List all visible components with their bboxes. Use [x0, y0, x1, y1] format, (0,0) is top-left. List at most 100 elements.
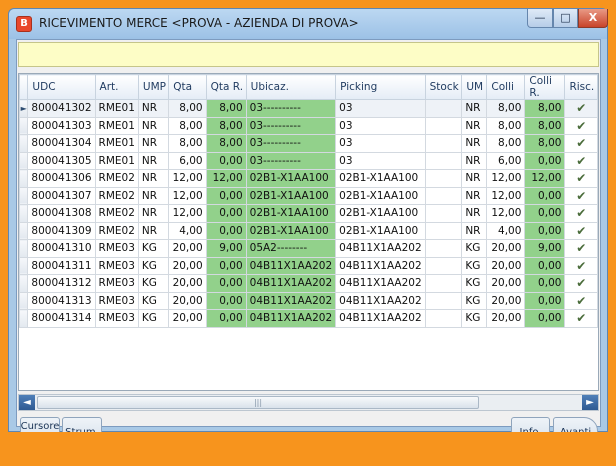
cell-risc[interactable]: ✔ — [564, 221, 598, 240]
cell-qta-r[interactable]: 0,00 — [205, 256, 247, 275]
cell-um[interactable]: KG — [461, 291, 488, 310]
cell-udc[interactable]: 800041302 — [27, 99, 96, 118]
cell-udc[interactable]: 800041310 — [27, 239, 96, 258]
cell-colli[interactable]: 12,00 — [486, 186, 526, 205]
cell-qta[interactable]: 8,00 — [168, 99, 207, 118]
cell-art[interactable]: RME02 — [94, 204, 139, 223]
cell-udc[interactable]: 800041312 — [27, 274, 96, 293]
cell-udc[interactable]: 800041305 — [27, 151, 96, 170]
cell-ump[interactable]: NR — [137, 99, 170, 118]
cell-picking[interactable]: 04B11X1AA202 — [335, 274, 426, 293]
cell-ubicaz[interactable]: 02B1-X1AA100 — [245, 221, 337, 240]
cell-art[interactable]: RME03 — [94, 274, 139, 293]
cell-udc[interactable]: 800041313 — [27, 291, 96, 310]
close-button[interactable]: X — [578, 9, 608, 28]
table-row[interactable]: 800041304 RME01 NR 8,00 8,00 03---------- 03 NR… — [19, 134, 598, 153]
table-row[interactable]: 800041308 RME02 NR 12,00 0,00 02B1-X1AA100 02B… — [19, 204, 598, 223]
cell-picking[interactable]: 03 — [335, 151, 426, 170]
cell-qta-r[interactable]: 0,00 — [205, 291, 247, 310]
cell-stock[interactable] — [424, 186, 463, 205]
cell-colli-r[interactable]: 0,00 — [524, 291, 566, 310]
cell-risc[interactable]: ✔ — [564, 151, 598, 170]
cell-ubicaz[interactable]: 03---------- — [245, 151, 337, 170]
cell-udc[interactable]: 800041306 — [27, 169, 96, 188]
cell-risc[interactable]: ✔ — [564, 169, 598, 188]
cell-qta[interactable]: 8,00 — [168, 116, 207, 135]
cell-qta-r[interactable]: 0,00 — [205, 204, 247, 223]
cell-qta[interactable]: 6,00 — [168, 151, 207, 170]
cell-colli-r[interactable]: 0,00 — [524, 151, 566, 170]
cell-um[interactable]: NR — [461, 99, 488, 118]
cell-risc[interactable]: ✔ — [564, 116, 598, 135]
cell-ump[interactable]: KG — [137, 291, 170, 310]
cell-art[interactable]: RME02 — [94, 221, 139, 240]
cell-um[interactable]: NR — [461, 186, 488, 205]
cell-stock[interactable] — [424, 116, 463, 135]
table-row[interactable]: 800041303 RME01 NR 8,00 8,00 03---------- 03 NR… — [19, 116, 598, 135]
cell-ubicaz[interactable]: 03---------- — [245, 116, 337, 135]
cell-risc[interactable]: ✔ — [564, 99, 598, 118]
cell-picking[interactable]: 04B11X1AA202 — [335, 239, 426, 258]
cell-picking[interactable]: 03 — [335, 99, 426, 118]
cell-art[interactable]: RME03 — [94, 309, 139, 328]
cell-risc[interactable]: ✔ — [564, 274, 598, 293]
row-indicator[interactable] — [19, 309, 29, 328]
column-header-stock[interactable]: Stock — [424, 74, 463, 100]
cell-picking[interactable]: 02B1-X1AA100 — [335, 169, 426, 188]
app-icon[interactable]: B — [16, 16, 32, 32]
cell-picking[interactable]: 04B11X1AA202 — [335, 291, 426, 310]
cell-ump[interactable]: NR — [137, 151, 170, 170]
cell-qta[interactable]: 4,00 — [168, 221, 207, 240]
table-row[interactable]: 800041313 RME03 KG 20,00 0,00 04B11X1AA202 04B… — [19, 291, 598, 310]
cell-udc[interactable]: 800041303 — [27, 116, 96, 135]
cell-colli[interactable]: 8,00 — [486, 134, 526, 153]
maximize-button[interactable]: □ — [553, 9, 578, 28]
cell-um[interactable]: NR — [461, 169, 488, 188]
row-indicator[interactable] — [19, 274, 29, 293]
cell-ubicaz[interactable]: 05A2-------- — [245, 239, 337, 258]
cell-colli-r[interactable]: 8,00 — [524, 99, 566, 118]
cell-colli[interactable]: 12,00 — [486, 204, 526, 223]
cell-qta-r[interactable]: 12,00 — [205, 169, 247, 188]
cell-risc[interactable]: ✔ — [564, 186, 598, 205]
cell-qta[interactable]: 20,00 — [168, 274, 207, 293]
cell-qta[interactable]: 20,00 — [168, 256, 207, 275]
row-indicator[interactable] — [19, 151, 29, 170]
row-indicator[interactable] — [19, 134, 29, 153]
cell-qta-r[interactable]: 9,00 — [205, 239, 247, 258]
cell-stock[interactable] — [424, 99, 463, 118]
cell-qta-r[interactable]: 8,00 — [205, 116, 247, 135]
title-bar[interactable]: B RICEVIMENTO MERCE <PROVA - AZIENDA DI … — [9, 9, 608, 39]
cell-um[interactable]: KG — [461, 274, 488, 293]
cell-udc[interactable]: 800041304 — [27, 134, 96, 153]
cell-ump[interactable]: NR — [137, 116, 170, 135]
cell-ubicaz[interactable]: 02B1-X1AA100 — [245, 204, 337, 223]
cell-stock[interactable] — [424, 274, 463, 293]
column-header-um[interactable]: UM — [461, 74, 488, 100]
cell-colli-r[interactable]: 0,00 — [524, 204, 566, 223]
cell-um[interactable]: NR — [461, 116, 488, 135]
column-header-udc[interactable]: UDC — [27, 74, 96, 100]
cell-um[interactable]: NR — [461, 151, 488, 170]
cell-ubicaz[interactable]: 04B11X1AA202 — [245, 256, 337, 275]
table-row[interactable]: 800041307 RME02 NR 12,00 0,00 02B1-X1AA100 02B… — [19, 186, 598, 205]
cell-art[interactable]: RME03 — [94, 256, 139, 275]
cell-stock[interactable] — [424, 221, 463, 240]
cell-colli[interactable]: 20,00 — [486, 309, 526, 328]
cell-colli-r[interactable]: 8,00 — [524, 134, 566, 153]
column-header-ump[interactable]: UMP — [137, 74, 170, 100]
cell-ump[interactable]: NR — [137, 221, 170, 240]
cell-art[interactable]: RME03 — [94, 291, 139, 310]
cell-stock[interactable] — [424, 239, 463, 258]
cell-picking[interactable]: 03 — [335, 116, 426, 135]
cell-stock[interactable] — [424, 134, 463, 153]
table-row[interactable]: 800041312 RME03 KG 20,00 0,00 04B11X1AA202 04B… — [19, 274, 598, 293]
cell-art[interactable]: RME01 — [94, 99, 139, 118]
cell-um[interactable]: KG — [461, 256, 488, 275]
scroll-right-arrow-icon[interactable]: ► — [582, 395, 598, 410]
cell-colli-r[interactable]: 0,00 — [524, 256, 566, 275]
cell-udc[interactable]: 800041308 — [27, 204, 96, 223]
column-header-risc[interactable]: Risc. — [564, 74, 598, 100]
cell-stock[interactable] — [424, 291, 463, 310]
cell-ump[interactable]: KG — [137, 256, 170, 275]
